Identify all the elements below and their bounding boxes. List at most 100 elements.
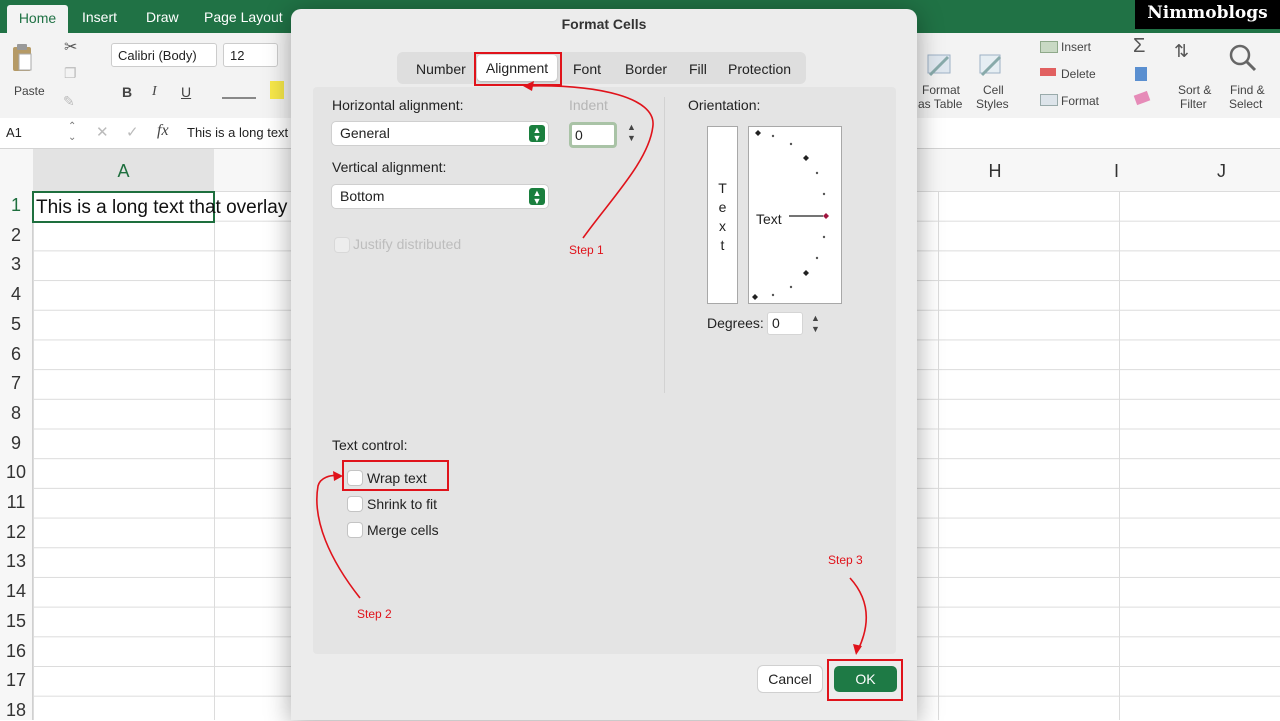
bold-button[interactable]: B — [122, 84, 132, 100]
format-cells-button[interactable]: Format — [1061, 94, 1099, 108]
dialog-title: Format Cells — [561, 16, 647, 32]
row-header[interactable]: 10 — [0, 462, 32, 483]
row-header[interactable]: 2 — [0, 225, 32, 246]
justify-distributed-checkbox[interactable] — [335, 238, 349, 252]
orientation-dial[interactable]: Text — [748, 126, 842, 304]
row-headers: 1 2 3 4 5 6 7 8 9 10 11 12 13 14 15 16 17 18 — [0, 191, 33, 720]
find-select-label-2: Select — [1229, 97, 1263, 111]
shrink-to-fit-checkbox[interactable] — [348, 497, 362, 511]
horizontal-alignment-select[interactable]: General ▲ ▼ — [332, 122, 548, 145]
row-header[interactable]: 11 — [0, 492, 32, 513]
font-name-select[interactable]: Calibri (Body) — [111, 43, 217, 67]
column-header-h[interactable]: H — [920, 161, 1070, 182]
fill-icon[interactable] — [1135, 67, 1147, 81]
row-header[interactable]: 1 — [0, 195, 32, 216]
vertical-text-button[interactable]: T e x t — [707, 126, 738, 304]
paste-label: Paste — [14, 84, 45, 98]
border-icon[interactable] — [222, 97, 256, 99]
tab-fill[interactable]: Fill — [689, 61, 707, 77]
formula-input[interactable]: This is a long text t — [187, 125, 295, 140]
step3-label: Step 3 — [828, 553, 863, 567]
cell-styles-label-2: Styles — [976, 97, 1009, 111]
delete-cells-button[interactable]: Delete — [1061, 67, 1096, 81]
horizontal-alignment-label: Horizontal alignment: — [332, 97, 464, 113]
vertical-alignment-select[interactable]: Bottom ▲ ▼ — [332, 185, 548, 208]
tab-number[interactable]: Number — [416, 61, 466, 77]
insert-cells-button[interactable]: Insert — [1061, 40, 1091, 54]
autosum-icon[interactable]: Σ — [1133, 35, 1145, 58]
step2-label: Step 2 — [357, 607, 392, 621]
panel-divider — [664, 97, 665, 393]
fill-color-icon[interactable] — [270, 81, 284, 99]
row-header[interactable]: 14 — [0, 581, 32, 602]
chevron-updown-icon: ▲ ▼ — [529, 125, 545, 143]
find-select-icon[interactable] — [1228, 43, 1258, 73]
tab-page-layout[interactable]: Page Layout — [204, 9, 283, 25]
degrees-label: Degrees: — [707, 315, 764, 331]
merge-cells-label: Merge cells — [367, 522, 439, 538]
row-header[interactable]: 9 — [0, 433, 32, 454]
vertical-alignment-value: Bottom — [340, 188, 385, 204]
column-header-a[interactable]: A — [33, 161, 214, 182]
format-painter-icon[interactable]: ✎ — [63, 93, 75, 110]
cut-icon[interactable]: ✂ — [64, 37, 77, 57]
step2-highlight-box — [342, 460, 449, 491]
name-box[interactable]: A1 — [6, 125, 22, 140]
format-as-table-icon[interactable] — [922, 51, 956, 79]
indent-input[interactable]: 0 — [569, 122, 617, 148]
cell-styles-label-1: Cell — [983, 83, 1004, 97]
underline-button[interactable]: U — [181, 84, 191, 100]
delete-cells-icon[interactable] — [1040, 68, 1056, 76]
tab-protection[interactable]: Protection — [728, 61, 791, 77]
insert-function-icon[interactable]: fx — [157, 122, 169, 140]
paste-icon[interactable] — [11, 41, 33, 75]
row-header[interactable]: 7 — [0, 373, 32, 394]
row-header[interactable]: 18 — [0, 700, 32, 721]
row-header[interactable]: 6 — [0, 344, 32, 365]
cell-styles-icon[interactable] — [976, 51, 1006, 79]
cancel-entry-icon[interactable]: ✕ — [96, 123, 109, 141]
format-cells-icon[interactable] — [1040, 94, 1058, 106]
chevron-updown-icon: ▲ ▼ — [529, 188, 545, 206]
merge-cells-checkbox[interactable] — [348, 523, 362, 537]
text-control-label: Text control: — [332, 437, 408, 453]
cancel-button[interactable]: Cancel — [758, 666, 822, 692]
indent-label: Indent — [569, 97, 608, 113]
row-header[interactable]: 16 — [0, 641, 32, 662]
confirm-entry-icon[interactable]: ✓ — [126, 123, 139, 141]
row-header[interactable]: 8 — [0, 403, 32, 424]
row-header[interactable]: 5 — [0, 314, 32, 335]
orientation-text-label: Text — [756, 211, 782, 227]
step1-highlight-box — [474, 52, 562, 86]
tab-draw[interactable]: Draw — [146, 9, 179, 25]
find-select-label-1: Find & — [1230, 83, 1265, 97]
tab-font[interactable]: Font — [573, 61, 601, 77]
sort-filter-label-1: Sort & — [1178, 83, 1212, 97]
font-size-select[interactable]: 12 — [223, 43, 278, 67]
vertical-text-letter: e — [718, 199, 727, 215]
row-header[interactable]: 4 — [0, 284, 32, 305]
tab-border[interactable]: Border — [625, 61, 667, 77]
row-header[interactable]: 13 — [0, 551, 32, 572]
format-as-table-label-2: as Table — [918, 97, 963, 111]
column-header-i[interactable]: I — [1064, 161, 1169, 182]
column-header-j[interactable]: J — [1169, 161, 1274, 182]
row-header[interactable]: 12 — [0, 522, 32, 543]
step3-highlight-box — [827, 659, 903, 701]
cell-a1-text: This is a long text that overlay on — [36, 197, 314, 218]
tab-home[interactable]: Home — [7, 5, 68, 33]
row-header[interactable]: 15 — [0, 611, 32, 632]
italic-button[interactable]: I — [152, 84, 157, 100]
name-box-stepper-icon[interactable]: ⌃ ⌄ — [68, 121, 76, 143]
indent-stepper-icon[interactable]: ▲ ▼ — [627, 122, 636, 144]
insert-cells-icon[interactable] — [1040, 41, 1058, 53]
clear-icon[interactable] — [1133, 90, 1151, 106]
degrees-input[interactable]: 0 — [767, 312, 803, 335]
row-header[interactable]: 3 — [0, 254, 32, 275]
row-header[interactable]: 17 — [0, 670, 32, 691]
degrees-stepper-icon[interactable]: ▲ ▼ — [811, 313, 820, 335]
tab-insert[interactable]: Insert — [82, 9, 117, 25]
copy-icon[interactable]: ❐ — [64, 65, 77, 82]
orientation-label: Orientation: — [688, 97, 761, 113]
sort-filter-icon[interactable]: ⇅ — [1174, 41, 1189, 62]
